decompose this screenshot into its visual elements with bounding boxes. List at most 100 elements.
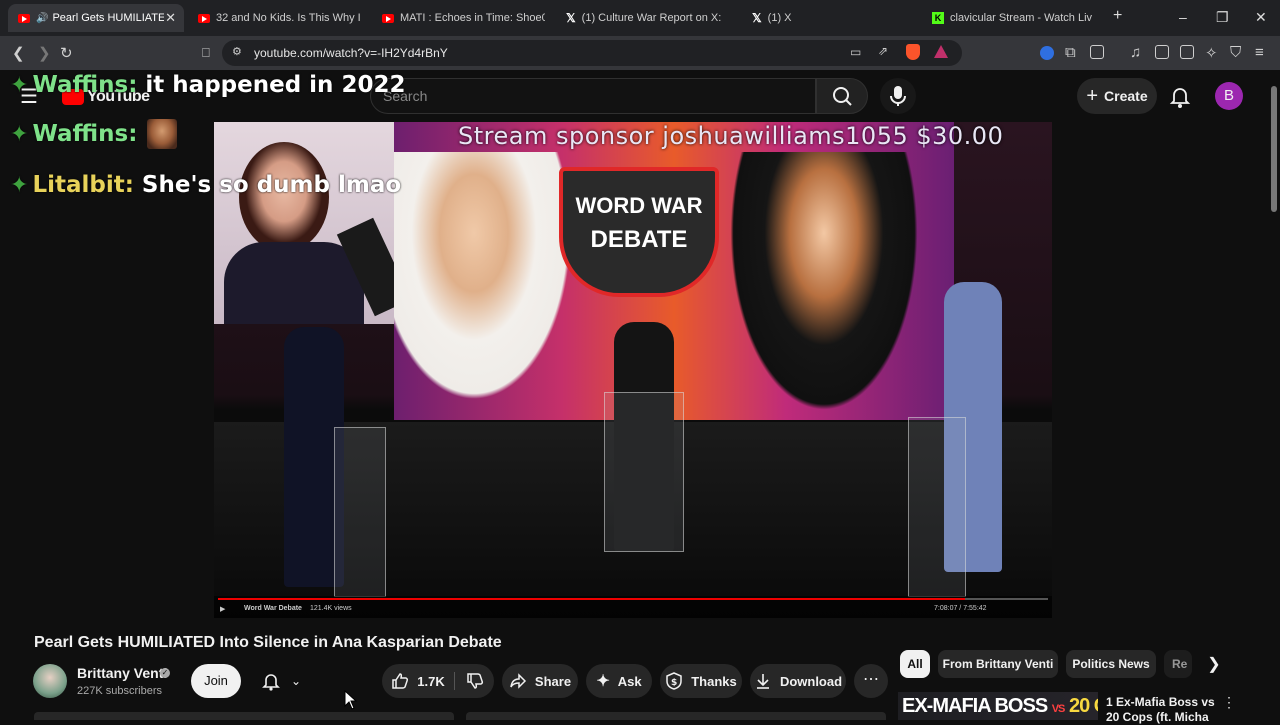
media-icon[interactable]: ♫ bbox=[1130, 44, 1141, 61]
video-title: Pearl Gets HUMILIATED Into Silence in An… bbox=[34, 634, 502, 651]
extension-icon[interactable] bbox=[1040, 46, 1054, 60]
comment-box[interactable] bbox=[466, 712, 886, 720]
share-icon bbox=[510, 673, 526, 689]
vpn-shield-icon[interactable]: ⛉ bbox=[1230, 44, 1241, 61]
brave-rewards-icon[interactable] bbox=[934, 45, 948, 58]
tab-32-and-no-kids[interactable]: 32 and No Kids. Is This Why I am bbox=[188, 4, 364, 32]
recommended-thumbnail[interactable]: EX-MAFIA BOSS VS 20 COPS bbox=[898, 692, 1098, 720]
extensions-puzzle-icon[interactable]: ⧉ bbox=[1065, 44, 1076, 61]
ask-label: Ask bbox=[617, 673, 642, 689]
streamer-webcam bbox=[214, 122, 394, 324]
scrollbar-thumb[interactable] bbox=[1271, 86, 1277, 212]
share-page-icon[interactable]: ⇗ bbox=[878, 44, 888, 58]
tab-mati-echoes[interactable]: MATI : Echoes in Time: Shoe0nh bbox=[372, 4, 548, 32]
sidebar-icon[interactable] bbox=[1155, 45, 1169, 59]
chat-username: Litalbit: bbox=[32, 172, 134, 198]
speaker-icon: 🔊 bbox=[36, 12, 49, 24]
thanks-button[interactable]: $ Thanks bbox=[660, 664, 742, 698]
create-button[interactable]: + Create bbox=[1077, 78, 1157, 114]
chip-related[interactable]: Re bbox=[1164, 650, 1192, 678]
tab-pearl-gets-humiliated[interactable]: 🔊 Pearl Gets HUMILIATED I ✕ bbox=[8, 4, 184, 32]
reload-icon[interactable]: ↻ bbox=[60, 44, 73, 62]
sparkle-icon: ✦ bbox=[596, 673, 610, 690]
tab-x[interactable]: 𝕏 (1) X bbox=[742, 4, 918, 32]
channel-avatar[interactable] bbox=[33, 664, 67, 698]
tab-clavicular-stream[interactable]: K clavicular Stream - Watch Live o bbox=[922, 4, 1098, 32]
account-avatar[interactable]: B bbox=[1215, 82, 1243, 110]
like-dislike-group: 1.7K bbox=[382, 664, 494, 698]
close-tab-icon[interactable]: ✕ bbox=[165, 10, 176, 26]
embedded-player-bar: ▶ Word War Debate 121.4K views 7:08:07 /… bbox=[214, 596, 1052, 618]
chip-all[interactable]: All bbox=[900, 650, 930, 678]
chip-from-brittany-venti[interactable]: From Brittany Venti bbox=[938, 650, 1058, 678]
search-input[interactable] bbox=[383, 88, 783, 104]
download-icon bbox=[756, 674, 769, 689]
recommended-title[interactable]: 1 Ex-Mafia Boss vs 20 Cops (ft. Micha bbox=[1106, 695, 1216, 725]
like-button[interactable]: 1.7K bbox=[382, 664, 454, 698]
share-button[interactable]: Share bbox=[502, 664, 578, 698]
embedded-play-icon: ▶ bbox=[220, 606, 226, 613]
embedded-channel: Word War Debate bbox=[244, 605, 302, 612]
voice-search-button[interactable] bbox=[880, 78, 916, 114]
wallet-icon[interactable] bbox=[1180, 45, 1194, 59]
thumb-text-right: 20 COPS bbox=[1068, 695, 1098, 717]
face-emote-icon bbox=[147, 119, 178, 149]
youtube-icon bbox=[382, 13, 394, 23]
chat-message: ✦ Waffins: it happened in 2022 bbox=[10, 70, 405, 100]
cast-icon[interactable]: ▭ bbox=[850, 45, 861, 59]
chat-message: ✦ Litalbit: She's so dumb lmao bbox=[10, 170, 401, 200]
address-bar[interactable]: ⎕ ⚙ youtube.com/watch?v=-IH2Yd4rBnY ▭ ⇗ bbox=[202, 40, 962, 66]
mouse-cursor-icon bbox=[344, 690, 358, 710]
chip-politics-news[interactable]: Politics News bbox=[1066, 650, 1156, 678]
more-actions-icon[interactable]: ⋯ bbox=[854, 664, 888, 698]
notifications-button[interactable] bbox=[1166, 82, 1194, 110]
leo-ai-icon[interactable]: ✧ bbox=[1205, 44, 1218, 62]
url-text[interactable]: youtube.com/watch?v=-IH2Yd4rBnY bbox=[254, 46, 448, 60]
microphone-icon bbox=[890, 86, 906, 106]
site-info-icon[interactable]: ⚙ bbox=[232, 45, 242, 58]
thumbs-down-icon bbox=[466, 673, 483, 689]
chat-message: ✦ Waffins: bbox=[10, 119, 178, 149]
window-close-icon[interactable]: ✕ bbox=[1255, 9, 1267, 26]
reader-icon[interactable] bbox=[1090, 45, 1104, 59]
svg-text:$: $ bbox=[671, 678, 677, 688]
thumb-text-left: EX-MAFIA BOSS bbox=[902, 695, 1048, 717]
channel-name[interactable]: Brittany Venti bbox=[77, 665, 167, 681]
tab-title: 32 and No Kids. Is This Why I am bbox=[216, 12, 364, 24]
share-label: Share bbox=[534, 673, 572, 689]
stream-sponsor-alert: Stream sponsor joshuawilliams1055 $30.00 bbox=[458, 122, 1004, 150]
download-label: Download bbox=[779, 673, 843, 689]
restore-icon[interactable]: ❐ bbox=[1216, 9, 1229, 26]
download-button[interactable]: Download bbox=[750, 664, 846, 698]
chat-username: Waffins: bbox=[32, 72, 138, 98]
browser-toolbar: ❮ ❯ ↻ ⎕ ⚙ youtube.com/watch?v=-IH2Yd4rBn… bbox=[0, 36, 1280, 70]
create-label: Create bbox=[1104, 88, 1148, 104]
kick-icon: K bbox=[932, 12, 944, 24]
chat-text: She's so dumb lmao bbox=[141, 172, 402, 198]
embedded-progress-fill bbox=[218, 598, 965, 600]
join-button[interactable]: Join bbox=[191, 664, 241, 698]
menu-icon[interactable]: ≡ bbox=[1255, 44, 1264, 61]
podium-left bbox=[334, 427, 386, 597]
tab-culture-war-report[interactable]: 𝕏 (1) Culture War Report on X: "DC bbox=[556, 4, 732, 32]
back-icon[interactable]: ❮ bbox=[12, 44, 25, 62]
forward-icon[interactable]: ❯ bbox=[38, 44, 51, 62]
chat-username: Waffins: bbox=[32, 121, 138, 147]
ask-button[interactable]: ✦ Ask bbox=[586, 664, 652, 698]
thumb-text-vs: VS bbox=[1051, 703, 1066, 715]
podium-right bbox=[908, 417, 966, 597]
recommended-menu-icon[interactable]: ⋮ bbox=[1222, 694, 1236, 711]
embedded-progress bbox=[218, 598, 1048, 600]
tab-title: MATI : Echoes in Time: Shoe0nh bbox=[400, 12, 545, 24]
brave-shields-icon[interactable] bbox=[906, 44, 920, 60]
dislike-button[interactable] bbox=[455, 664, 494, 698]
chevron-right-icon[interactable]: ❯ bbox=[1204, 650, 1224, 678]
new-tab-button[interactable]: + bbox=[1113, 7, 1122, 25]
bookmark-icon[interactable]: ⎕ bbox=[202, 45, 210, 61]
minimize-icon[interactable]: – bbox=[1179, 9, 1187, 25]
subscription-bell-button[interactable]: ⌄ bbox=[250, 664, 312, 698]
x-logo-icon: 𝕏 bbox=[752, 11, 762, 25]
description-box[interactable] bbox=[34, 712, 454, 720]
search-box[interactable] bbox=[370, 78, 816, 114]
search-button[interactable] bbox=[816, 78, 868, 114]
